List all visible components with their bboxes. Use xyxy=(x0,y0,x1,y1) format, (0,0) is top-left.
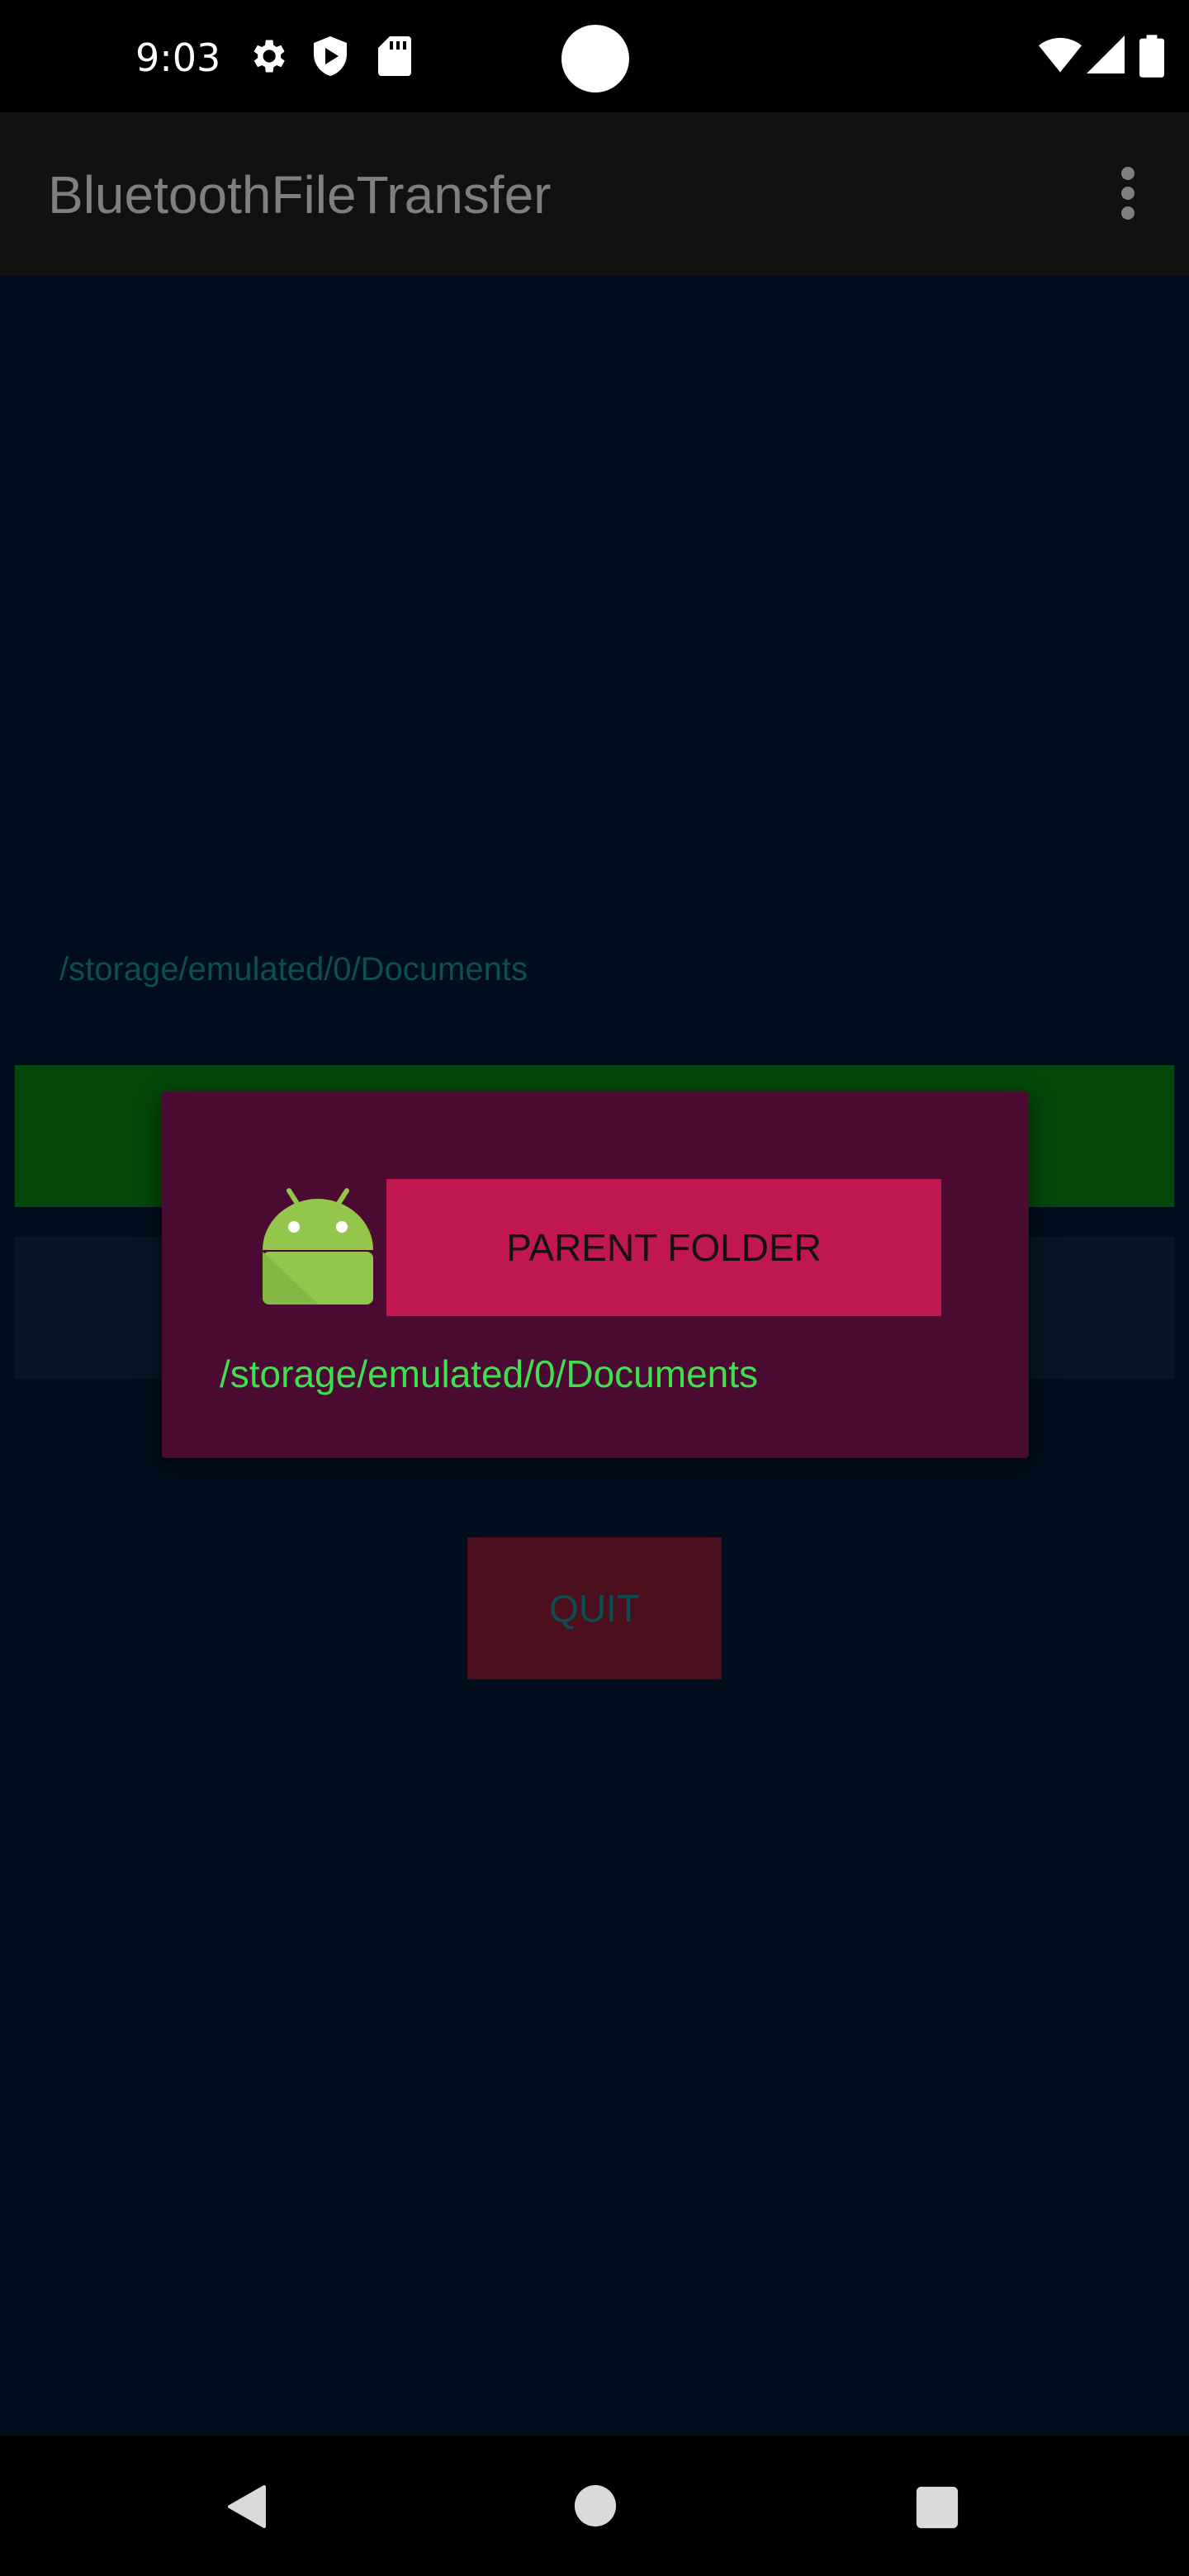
gear-icon xyxy=(253,40,285,73)
app-title: BluetoothFileTransfer xyxy=(48,165,552,225)
more-vert-icon[interactable] xyxy=(1111,165,1144,221)
back-icon[interactable] xyxy=(225,2484,271,2530)
android-icon xyxy=(263,1188,373,1305)
sd-card-icon xyxy=(378,36,411,76)
wifi-icon xyxy=(1039,37,1082,73)
dialog-path-text: /storage/emulated/0/Documents xyxy=(220,1352,759,1395)
camera-cutout xyxy=(561,25,629,92)
home-icon[interactable] xyxy=(573,2484,618,2528)
shield-play-icon xyxy=(314,36,347,76)
status-time: 9:03 xyxy=(135,36,221,80)
quit-button[interactable]: QUIT xyxy=(467,1537,722,1679)
recents-icon[interactable] xyxy=(915,2485,959,2530)
parent-folder-button[interactable]: PARENT FOLDER xyxy=(386,1179,941,1316)
battery-icon xyxy=(1139,35,1164,78)
current-path-label: /storage/emulated/0/Documents xyxy=(59,951,528,987)
signal-icon xyxy=(1087,36,1125,73)
